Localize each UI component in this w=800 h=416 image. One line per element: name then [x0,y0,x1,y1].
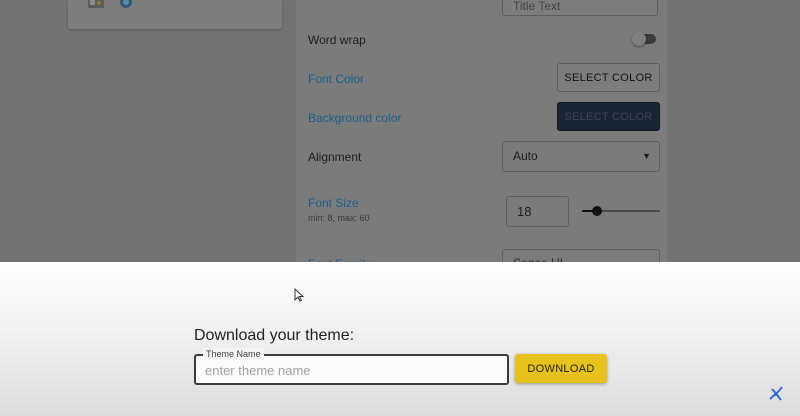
font-color-select-button[interactable]: SELECT COLOR [557,63,660,92]
switch-knob [632,32,646,46]
font-size-label: Font Size [308,196,359,210]
word-wrap-label: Word wrap [308,33,366,47]
left-panel-card [68,0,282,29]
font-color-label: Font Color [308,72,365,86]
background-color-label: Background color [308,111,402,125]
chevron-down-icon: ▼ [642,151,651,161]
alignment-select[interactable]: Auto ▼ [502,141,660,172]
title-text-input[interactable]: Title Text [502,0,658,16]
font-size-input[interactable]: 18 [506,196,569,227]
alignment-value: Auto [513,149,538,163]
download-button[interactable]: DOWNLOAD [515,354,607,383]
settings-panel: Title Text Word wrap Font Color SELECT C… [296,0,667,271]
slider-thumb[interactable] [591,206,602,216]
background-color-select-button[interactable]: SELECT COLOR [557,102,660,131]
theme-name-input[interactable] [205,361,495,379]
theme-name-field[interactable]: Theme Name [194,348,509,385]
font-size-hint: min: 8, max: 60 [308,213,370,223]
brand-logo-icon [769,386,783,401]
image-icon [88,0,104,8]
word-wrap-switch[interactable] [632,32,658,46]
download-sheet: Download your theme: Theme Name DOWNLOAD [0,262,800,416]
mouse-cursor-icon [294,288,304,302]
font-size-slider[interactable] [582,206,660,216]
theme-name-label: Theme Name [203,348,264,360]
alignment-label: Alignment [308,150,362,164]
download-title: Download your theme: [194,327,355,344]
globe-icon [120,0,132,8]
